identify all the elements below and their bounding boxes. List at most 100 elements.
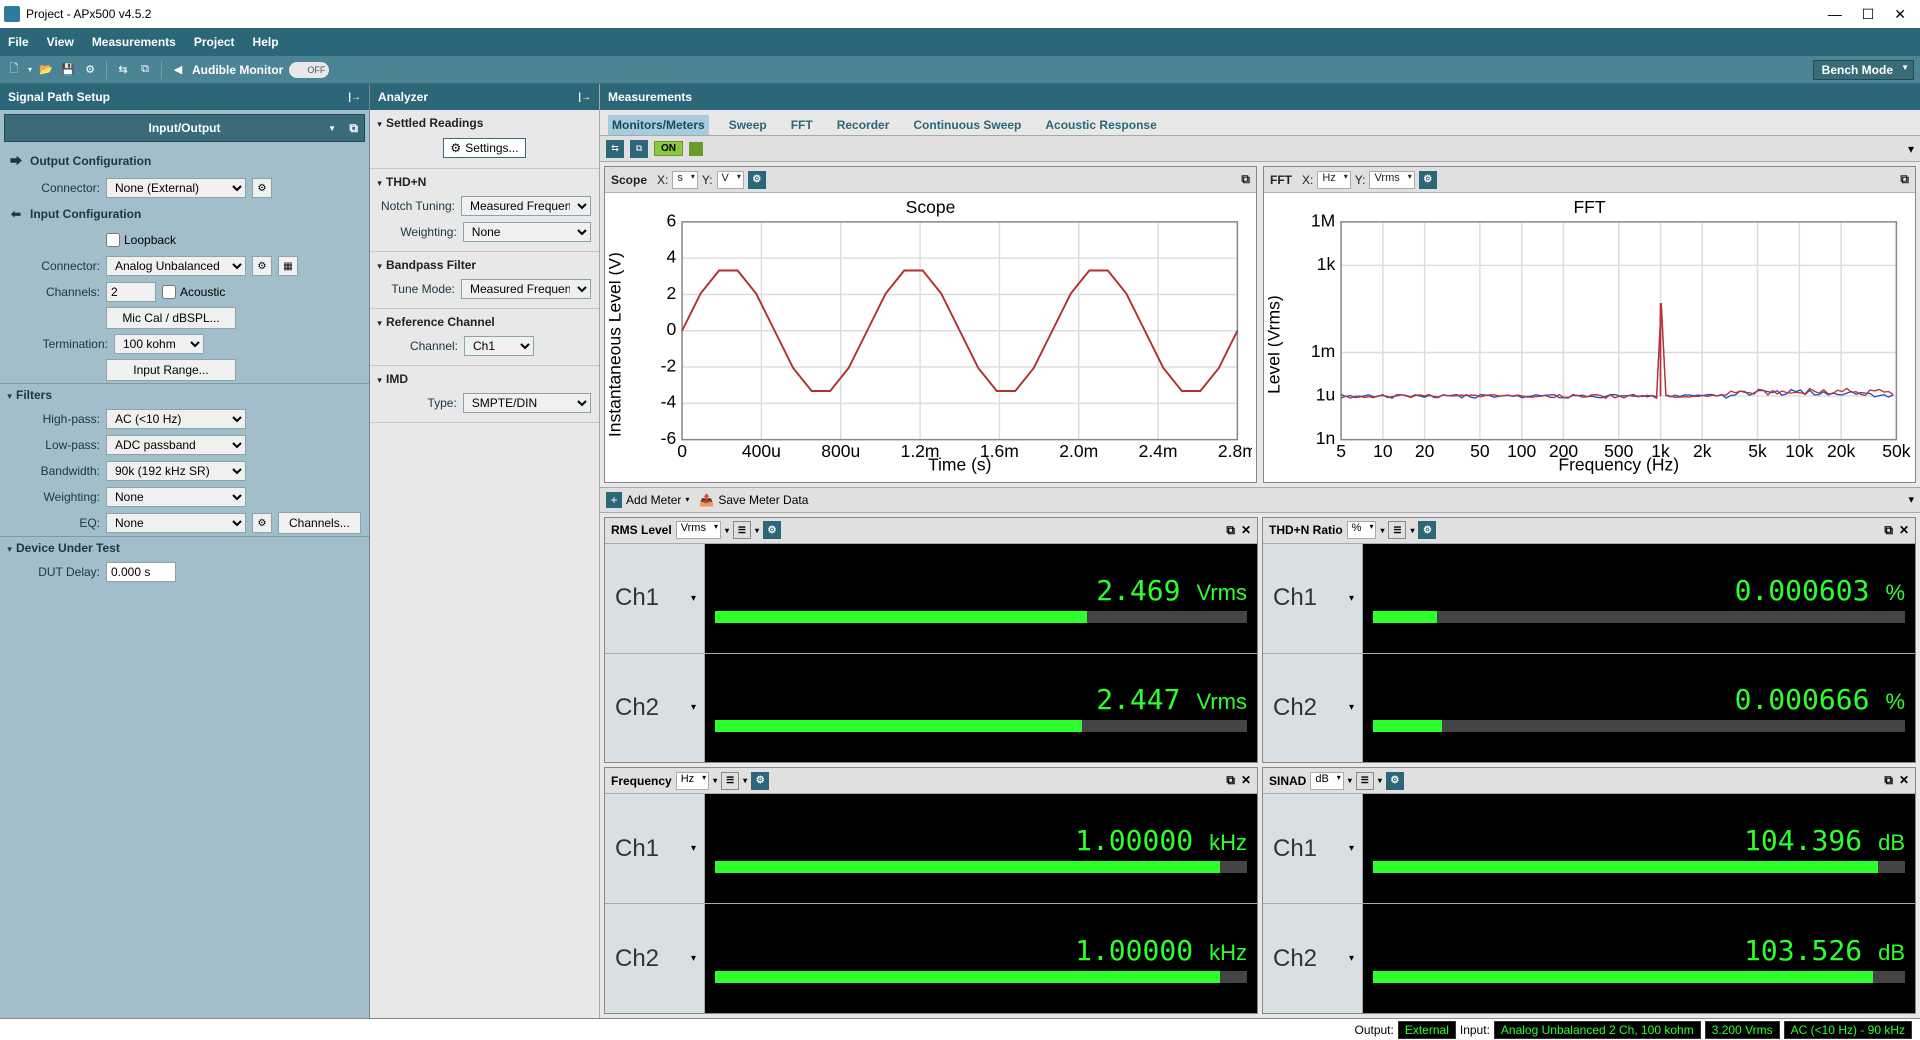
notch-select[interactable]: Measured Frequency xyxy=(461,196,591,216)
popout-icon[interactable]: |→ xyxy=(578,92,591,103)
output-connector-select[interactable]: None (External) xyxy=(106,178,246,198)
open-icon[interactable]: 📂 xyxy=(38,62,54,78)
close-icon[interactable]: ✕ xyxy=(1899,523,1909,538)
mic-cal-button[interactable]: Mic Cal / dBSPL... xyxy=(106,307,236,329)
popout-icon[interactable]: ⧉ xyxy=(1900,172,1909,187)
settled-readings-header[interactable]: Settled Readings xyxy=(370,112,599,134)
channel-select[interactable]: Ch1 xyxy=(464,336,534,356)
popout-icon[interactable]: ▾ xyxy=(1908,493,1914,506)
menu-help[interactable]: Help xyxy=(253,35,279,49)
tune-select[interactable]: Measured Frequency xyxy=(461,279,591,299)
acoustic-checkbox[interactable]: Acoustic xyxy=(162,285,225,299)
bars-icon[interactable]: ☰ xyxy=(1388,521,1406,539)
termination-select[interactable]: 100 kohm xyxy=(114,334,204,354)
wave-icon[interactable]: ⧉ xyxy=(137,62,153,78)
popout-icon[interactable]: ⧉ xyxy=(1226,523,1235,538)
popout-icon[interactable]: ⧉ xyxy=(1241,172,1250,187)
bandwidth-select[interactable]: 90k (192 kHz SR) xyxy=(106,461,246,481)
tab-continuous-sweep[interactable]: Continuous Sweep xyxy=(909,115,1025,135)
imd-type-select[interactable]: SMPTE/DIN xyxy=(463,393,591,413)
io-select[interactable]: Input/Output ⧉ xyxy=(4,114,365,142)
menu-view[interactable]: View xyxy=(47,35,74,49)
meter-unit-select[interactable]: dB xyxy=(1310,772,1343,790)
generator-on-button[interactable]: ON xyxy=(654,141,683,156)
popout-icon[interactable]: ▾ xyxy=(1908,142,1914,156)
input-connector-select[interactable]: Analog Unbalanced xyxy=(106,256,246,276)
channels-input[interactable] xyxy=(106,282,156,302)
filters-header[interactable]: Filters xyxy=(0,383,369,406)
close-icon[interactable]: ✕ xyxy=(1894,6,1906,23)
gear-icon[interactable]: ⚙ xyxy=(82,62,98,78)
close-icon[interactable]: ✕ xyxy=(1241,523,1251,538)
save-icon[interactable]: 💾 xyxy=(60,62,76,78)
bars-icon[interactable]: ☰ xyxy=(1356,772,1374,790)
menu-file[interactable]: File xyxy=(8,35,29,49)
channel-label[interactable]: Ch1 xyxy=(1263,544,1363,653)
new-icon[interactable]: 🗋 xyxy=(6,62,22,78)
external-icon[interactable]: ⧉ xyxy=(349,121,358,136)
channel-label[interactable]: Ch2 xyxy=(1263,654,1363,763)
bars-icon[interactable]: ☰ xyxy=(721,772,739,790)
speaker-icon[interactable]: ◀ xyxy=(170,62,186,78)
gear-icon[interactable]: ⚙ xyxy=(763,521,781,539)
tab-fft[interactable]: FFT xyxy=(787,115,817,135)
audible-monitor-switch[interactable]: OFF xyxy=(289,62,329,78)
gear-icon[interactable]: ⚙ xyxy=(1418,521,1436,539)
toggle-icon[interactable]: ⇆ xyxy=(606,140,624,158)
input-range-button[interactable]: Input Range... xyxy=(106,359,236,381)
gear-icon[interactable]: ⚙ xyxy=(252,178,272,198)
minimize-icon[interactable]: — xyxy=(1828,6,1842,23)
popout-icon[interactable]: ⧉ xyxy=(1226,773,1235,788)
bandpass-header[interactable]: Bandpass Filter xyxy=(370,254,599,276)
gear-icon[interactable]: ⚙ xyxy=(252,513,272,533)
gear-icon[interactable]: ⚙ xyxy=(1386,772,1404,790)
close-icon[interactable]: ✕ xyxy=(1241,773,1251,788)
highpass-select[interactable]: AC (<10 Hz) xyxy=(106,409,246,429)
imd-header[interactable]: IMD xyxy=(370,368,599,390)
tab-sweep[interactable]: Sweep xyxy=(725,115,771,135)
close-icon[interactable]: ✕ xyxy=(1899,773,1909,788)
meter-unit-select[interactable]: % xyxy=(1347,521,1377,539)
maximize-icon[interactable]: ☐ xyxy=(1862,6,1875,23)
popout-icon[interactable]: |→ xyxy=(348,92,361,103)
meter-unit-select[interactable]: Hz xyxy=(676,772,709,790)
settings-button[interactable]: ⚙Settings... xyxy=(443,138,525,158)
tab-recorder[interactable]: Recorder xyxy=(833,115,894,135)
menu-measurements[interactable]: Measurements xyxy=(92,35,176,49)
menu-project[interactable]: Project xyxy=(194,35,235,49)
lowpass-select[interactable]: ADC passband xyxy=(106,435,246,455)
weighting-select[interactable]: None xyxy=(106,487,246,507)
meter-unit-select[interactable]: Vrms xyxy=(676,521,721,539)
loopback-checkbox[interactable]: Loopback xyxy=(106,233,176,247)
bars-icon[interactable]: ☰ xyxy=(733,521,751,539)
eq-select[interactable]: None xyxy=(106,513,246,533)
gear-icon[interactable]: ⚙ xyxy=(1419,171,1437,189)
channel-label[interactable]: Ch1 xyxy=(605,544,705,653)
analyzer-weighting-select[interactable]: None xyxy=(463,222,591,242)
channel-label[interactable]: Ch1 xyxy=(1263,794,1363,903)
signal-icon[interactable]: ⇆ xyxy=(115,62,131,78)
dut-header[interactable]: Device Under Test xyxy=(0,536,369,559)
tab-acoustic-response[interactable]: Acoustic Response xyxy=(1041,115,1160,135)
popout-icon[interactable]: ⧉ xyxy=(1884,773,1893,788)
channels-button[interactable]: Channels... xyxy=(278,512,361,534)
scope-y-unit[interactable]: V xyxy=(717,171,744,189)
add-meter-button[interactable]: +Add Meter ▾ xyxy=(606,492,689,508)
refch-header[interactable]: Reference Channel xyxy=(370,311,599,333)
channel-label[interactable]: Ch2 xyxy=(1263,904,1363,1013)
channel-label[interactable]: Ch2 xyxy=(605,904,705,1013)
gear-icon[interactable]: ⚙ xyxy=(252,256,272,276)
gear-icon[interactable]: ⚙ xyxy=(748,171,766,189)
channel-label[interactable]: Ch2 xyxy=(605,654,705,763)
thdn-header[interactable]: THD+N xyxy=(370,171,599,193)
wave-icon[interactable]: ⧉ xyxy=(630,140,648,158)
gear-icon[interactable]: ⚙ xyxy=(751,772,769,790)
fft-y-unit[interactable]: Vrms xyxy=(1369,171,1414,189)
mode-select[interactable]: Bench Mode xyxy=(1813,60,1914,80)
grid-icon[interactable]: ▦ xyxy=(278,256,298,276)
channel-label[interactable]: Ch1 xyxy=(605,794,705,903)
popout-icon[interactable]: ⧉ xyxy=(1884,523,1893,538)
scope-x-unit[interactable]: s xyxy=(672,171,698,189)
tab-monitors[interactable]: Monitors/Meters xyxy=(608,115,709,135)
fft-x-unit[interactable]: Hz xyxy=(1317,171,1350,189)
